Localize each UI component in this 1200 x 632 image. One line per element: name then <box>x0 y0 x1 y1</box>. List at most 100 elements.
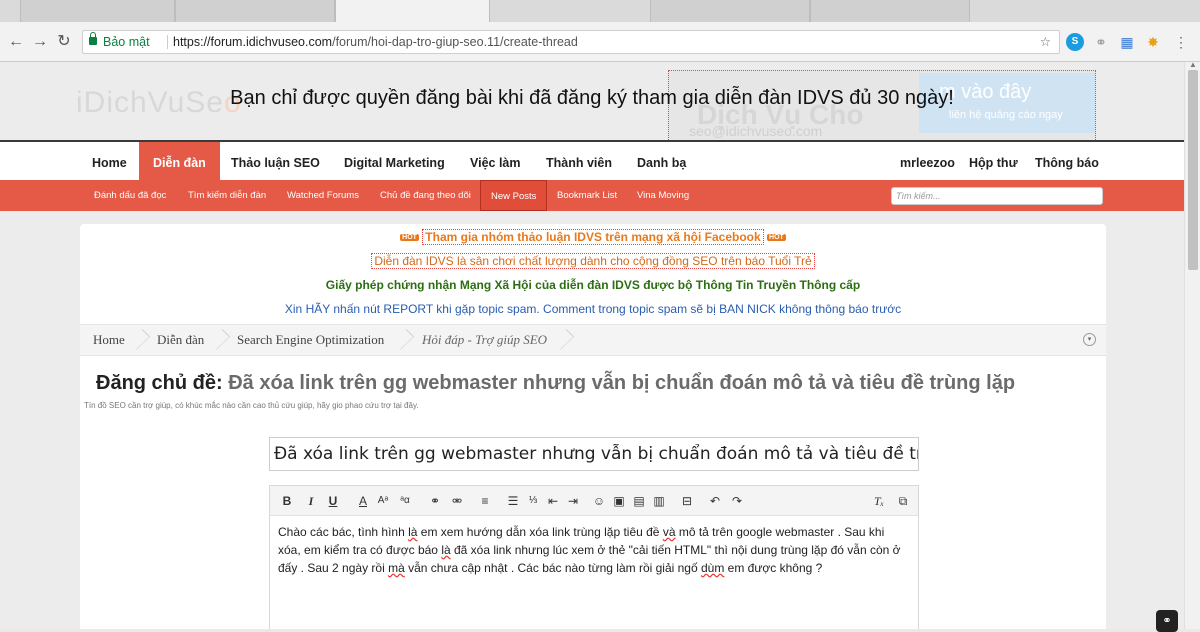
browser-tab[interactable] <box>20 0 175 22</box>
browser-tab[interactable] <box>650 0 810 22</box>
nav-digital-marketing[interactable]: Digital Marketing <box>344 142 445 180</box>
subnav-new-posts[interactable]: New Posts <box>480 180 548 211</box>
breadcrumb-current[interactable]: Hỏi đáp - Trợ giúp SEO <box>422 325 547 355</box>
body-text: dùm <box>701 561 725 575</box>
nav-user[interactable]: mrleezoo <box>900 142 955 180</box>
scroll-up-icon[interactable]: ▲ <box>1189 60 1197 69</box>
facebook-group-link[interactable]: Tham gia nhóm thảo luận IDVS trên mạng x… <box>422 229 764 245</box>
browser-tab[interactable] <box>175 0 335 22</box>
align-icon[interactable]: ≡ <box>476 491 494 511</box>
announcement-facebook: HOT Tham gia nhóm thảo luận IDVS trên mạ… <box>80 229 1106 245</box>
numbered-list-icon[interactable]: ⅓ <box>524 491 542 511</box>
page-scrollbar[interactable]: ▲ <box>1184 60 1200 629</box>
link-extension-icon[interactable]: ⚭ <box>1092 33 1110 51</box>
subnav-mark-read[interactable]: Đánh dấu đã đọc <box>94 180 166 211</box>
undo-icon[interactable]: ↶ <box>706 491 724 511</box>
title-prefix: Đăng chủ đề: <box>96 372 223 394</box>
title-thread: Đã xóa link trên gg webmaster nhưng vẫn … <box>228 372 1016 394</box>
media-icon[interactable]: ▤ <box>630 491 648 511</box>
breadcrumb-separator <box>400 325 412 355</box>
image-icon[interactable]: ▣ <box>610 491 628 511</box>
browser-tab[interactable] <box>810 0 970 22</box>
hot-badge: HOT <box>767 234 786 242</box>
sub-nav: Đánh dấu đã đọc Tìm kiếm diễn đàn Watche… <box>0 180 1184 211</box>
announcement-press: Diễn đàn IDVS là sân chơi chất lượng dàn… <box>80 253 1106 269</box>
url-path: /forum/hoi-dap-tro-giup-seo.11/create-th… <box>332 35 578 49</box>
subnav-watched-threads[interactable]: Chủ đề đang theo dõi <box>380 180 471 211</box>
bullet-list-icon[interactable]: ☰ <box>504 491 522 511</box>
site-header: iDichVuSeo Dịch Vụ Cho seo@idichvuseo.co… <box>0 62 1184 152</box>
underline-icon[interactable]: U <box>324 491 342 511</box>
indent-icon[interactable]: ⇥ <box>564 491 582 511</box>
breadcrumb: Home Diễn đàn Search Engine Optimization… <box>80 324 1106 356</box>
subnav-bookmarks[interactable]: Bookmark List <box>557 180 617 211</box>
quote-icon[interactable]: ▥ <box>650 491 668 511</box>
body-text: mà <box>388 561 405 575</box>
nav-alerts[interactable]: Thông báo <box>1035 142 1099 180</box>
reload-icon[interactable]: ↻ <box>54 32 74 52</box>
body-text: là <box>441 543 451 557</box>
ad-email: seo@idichvuseo.com <box>689 123 823 139</box>
bbcode-toggle-icon[interactable]: ⧉ <box>894 491 912 511</box>
message-editor[interactable]: Chào các bác, tình hình là em xem hướng … <box>269 516 919 629</box>
press-link[interactable]: Diễn đàn IDVS là sân chơi chất lượng dàn… <box>371 253 815 269</box>
forum-description: Tín đồ SEO cần trợ giúp, có khúc mắc nào… <box>84 401 419 410</box>
nav-inbox[interactable]: Hộp thư <box>969 142 1018 180</box>
link-icon[interactable]: ⚭ <box>426 491 444 511</box>
subnav-search-forum[interactable]: Tìm kiếm diễn đàn <box>188 180 266 211</box>
breadcrumb-separator <box>216 325 228 355</box>
breadcrumb-seo[interactable]: Search Engine Optimization <box>237 325 384 355</box>
breadcrumb-forum[interactable]: Diễn đàn <box>157 325 204 355</box>
smilie-icon[interactable]: ☺ <box>590 491 608 511</box>
remove-format-icon[interactable]: Tₓ <box>870 491 888 511</box>
editor-toolbar: B I U A Aᵃ ᵃα ⚭ ⚮ ≡ ☰ ⅓ ⇤ ⇥ ☺ ▣ ▤ ▥ ⊟ ↶ … <box>269 485 919 516</box>
bookmark-star-icon[interactable]: ☆ <box>1040 31 1051 53</box>
nav-members[interactable]: Thành viên <box>546 142 612 180</box>
breadcrumb-separator <box>560 325 572 355</box>
address-bar[interactable]: Bảo mật https://forum.idichvuseo.com/for… <box>82 30 1060 54</box>
hot-badge: HOT <box>400 234 419 242</box>
body-text: và <box>662 525 676 539</box>
subnav-vina-moving[interactable]: Vina Moving <box>637 180 689 211</box>
browser-tab-strip <box>0 0 1200 22</box>
font-size-icon[interactable]: Aᵃ <box>374 491 392 511</box>
skype-extension-icon[interactable]: S <box>1066 33 1084 51</box>
announcement-report[interactable]: Xin HÃY nhấn nút REPORT khi gặp topic sp… <box>80 302 1106 316</box>
browser-tab-active[interactable] <box>335 0 490 22</box>
scrollbar-thumb[interactable] <box>1188 70 1198 270</box>
nav-seo-discussion[interactable]: Thảo luận SEO <box>231 142 320 180</box>
italic-icon[interactable]: I <box>302 491 320 511</box>
chart-extension-icon[interactable]: ▦ <box>1118 33 1136 51</box>
divider <box>167 35 168 49</box>
page-viewport: iDichVuSeo Dịch Vụ Cho seo@idichvuseo.co… <box>0 62 1184 629</box>
nav-forum[interactable]: Diễn đàn <box>139 142 220 180</box>
back-icon[interactable]: ← <box>6 32 26 52</box>
search-input[interactable]: Tìm kiếm... <box>891 187 1103 205</box>
nav-jobs[interactable]: Việc làm <box>470 142 521 180</box>
body-text: em được không ? <box>724 561 823 575</box>
collapse-icon[interactable]: ▾ <box>1083 333 1096 346</box>
nav-directory[interactable]: Danh bạ <box>637 142 686 180</box>
thread-title-input[interactable]: Đã xóa link trên gg webmaster nhưng vẫn … <box>269 437 919 471</box>
text-color-icon[interactable]: A <box>354 491 372 511</box>
ad-cta-sub: liên hệ quảng cáo ngay <box>949 109 1063 121</box>
seo-extension-icon[interactable]: ✸ <box>1144 33 1162 51</box>
body-text: vẫn chưa cập nhật . Các bác nào từng làm… <box>404 561 701 575</box>
breadcrumb-home[interactable]: Home <box>93 325 125 355</box>
announcement-license[interactable]: Giấy phép chứng nhận Mạng Xã Hội của diễ… <box>80 278 1106 292</box>
redo-icon[interactable]: ↷ <box>728 491 746 511</box>
body-text: em xem hướng dẫn xóa link trùng lặp tiêu… <box>417 525 663 539</box>
nav-home[interactable]: Home <box>92 142 127 180</box>
lock-icon <box>89 32 97 45</box>
bold-icon[interactable]: B <box>278 491 296 511</box>
forward-icon[interactable]: → <box>30 32 50 52</box>
breadcrumb-separator <box>136 325 148 355</box>
font-family-icon[interactable]: ᵃα <box>396 491 414 511</box>
subnav-watched-forums[interactable]: Watched Forums <box>287 180 359 211</box>
menu-icon[interactable]: ⋮ <box>1172 33 1190 51</box>
unlink-icon[interactable]: ⚮ <box>448 491 466 511</box>
secure-label: Bảo mật <box>103 35 150 49</box>
outdent-icon[interactable]: ⇤ <box>544 491 562 511</box>
url-text: https://forum.idichvuseo.com/forum/hoi-d… <box>173 31 578 53</box>
save-draft-icon[interactable]: ⊟ <box>678 491 696 511</box>
